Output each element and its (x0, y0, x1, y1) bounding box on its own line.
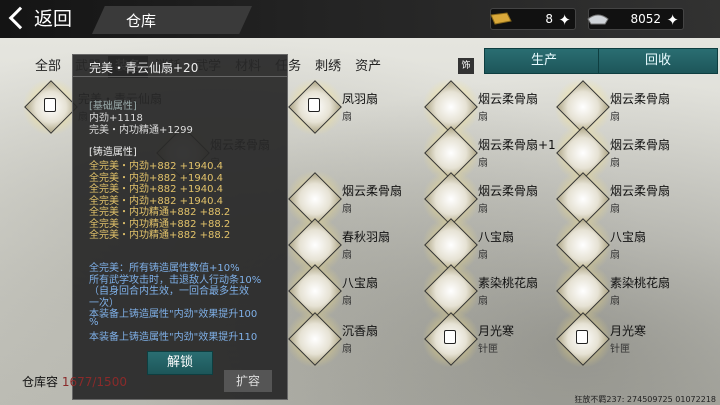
capacity-value: 1677/1500 (61, 375, 127, 389)
lock-icon (444, 330, 456, 344)
item-tooltip: 完美・青云仙扇+20 [基础属性] 内劲+1118 完美・内功精通+1299 [… (72, 54, 288, 400)
item-type: 扇 (478, 158, 488, 169)
forge-attr-header: [铸造属性] (89, 147, 137, 158)
item-name: 沉香扇 (342, 324, 379, 338)
item-slot[interactable]: 春秋羽扇扇 (286, 216, 424, 274)
item-name: 八宝扇 (610, 230, 647, 244)
accessory-tag[interactable]: 饰 (458, 58, 474, 74)
item-type: 扇 (610, 296, 620, 307)
capacity-label: 仓库容 (22, 375, 59, 389)
silver-resource: 8052 ✦ (587, 8, 684, 30)
capacity-info: 仓库容 1677/1500 (22, 373, 127, 390)
tab-8[interactable]: 资产 (348, 56, 388, 78)
item-name: 烟云柔骨扇 (610, 138, 671, 152)
item-slot[interactable]: 素染桃花扇扇 (422, 262, 560, 320)
item-slot[interactable]: 烟云柔骨扇扇 (554, 170, 692, 228)
tab-7[interactable]: 刺绣 (308, 56, 348, 78)
item-slot[interactable]: 烟云柔骨扇扇 (286, 170, 424, 228)
lock-icon (308, 98, 320, 112)
gold-bar-icon (490, 12, 512, 25)
item-type: 扇 (610, 250, 620, 261)
page-title: 仓库 (92, 6, 252, 34)
item-slot[interactable]: 烟云柔骨扇扇 (554, 78, 692, 136)
item-name: 八宝扇 (478, 230, 515, 244)
item-name: 凤羽扇 (342, 92, 379, 106)
item-name: 烟云柔骨扇 (478, 184, 539, 198)
item-name: 素染桃花扇 (610, 276, 671, 290)
item-type: 扇 (610, 112, 620, 123)
item-slot[interactable]: 凤羽扇扇 (286, 78, 424, 136)
item-name: 月光寒 (610, 324, 647, 338)
item-type: 扇 (478, 296, 488, 307)
item-name: 月光寒 (478, 324, 515, 338)
item-type: 扇 (342, 344, 352, 355)
item-type: 扇 (478, 112, 488, 123)
add-gold-button[interactable]: ✦ (558, 11, 571, 29)
back-button[interactable]: 返回 (6, 4, 72, 31)
back-label: 返回 (34, 8, 73, 30)
effect-desc-line: % (89, 316, 99, 328)
item-slot[interactable]: 八宝扇扇 (286, 262, 424, 320)
item-type: 扇 (478, 250, 488, 261)
effect-desc-line: 本装备上铸造属性"内劲"效果提升110 (89, 332, 258, 343)
item-type: 针匣 (610, 344, 630, 355)
forge-attr-line: 全完美・内功精通+882 +88.2 (89, 230, 231, 241)
item-name: 春秋羽扇 (342, 230, 391, 244)
item-name: 烟云柔骨扇 (610, 92, 671, 106)
produce-button[interactable]: 生产 (484, 48, 604, 74)
item-slot[interactable]: 沉香扇扇 (286, 310, 424, 368)
item-name: 烟云柔骨扇 (478, 92, 539, 106)
item-name: 烟云柔骨扇+1 (478, 138, 556, 152)
item-type: 扇 (478, 204, 488, 215)
item-type: 扇 (342, 296, 352, 307)
back-arrow-icon (8, 6, 32, 29)
item-slot[interactable]: 八宝扇扇 (422, 216, 560, 274)
effect-desc-line: 本装备上铸造属性"内劲"效果提升100 (89, 309, 258, 320)
item-slot[interactable]: 月光寒 针匣 (554, 310, 692, 368)
item-type: 扇 (610, 204, 620, 215)
tooltip-title: 完美・青云仙扇+20 (73, 55, 287, 77)
lock-icon (576, 330, 588, 344)
tab-0[interactable]: 全部 (28, 56, 68, 78)
item-type: 扇 (342, 204, 352, 215)
expand-button[interactable]: 扩容 (224, 370, 272, 392)
item-slot[interactable]: 素染桃花扇扇 (554, 262, 692, 320)
item-type: 针匣 (478, 344, 498, 355)
lock-icon (44, 98, 56, 112)
silver-ingot-icon (587, 14, 609, 25)
item-name: 素染桃花扇 (478, 276, 539, 290)
item-slot[interactable]: 月光寒 针匣 (422, 310, 560, 368)
unlock-button[interactable]: 解锁 (147, 351, 213, 375)
item-type: 扇 (610, 158, 620, 169)
gold-resource: 8 ✦ (490, 8, 576, 30)
item-slot[interactable]: 烟云柔骨扇扇 (554, 124, 692, 182)
add-silver-button[interactable]: ✦ (666, 11, 679, 29)
item-slot[interactable]: 烟云柔骨扇+1 扇 (422, 124, 560, 182)
item-slot[interactable]: 八宝扇扇 (554, 216, 692, 274)
item-type: 扇 (342, 112, 352, 123)
item-name: 烟云柔骨扇 (610, 184, 671, 198)
item-slot[interactable]: 烟云柔骨扇扇 (422, 78, 560, 136)
item-name: 八宝扇 (342, 276, 379, 290)
recycle-button[interactable]: 回收 (598, 48, 718, 74)
top-bar: 返回 仓库 8 ✦ 8052 ✦ (0, 0, 720, 38)
item-name: 烟云柔骨扇 (342, 184, 403, 198)
item-type: 扇 (342, 250, 352, 261)
player-id-footer: 狂放不羁237: 274509725 01072218 (574, 395, 716, 404)
item-slot[interactable]: 烟云柔骨扇扇 (422, 170, 560, 228)
base-attr-line: 完美・内功精通+1299 (89, 125, 193, 136)
